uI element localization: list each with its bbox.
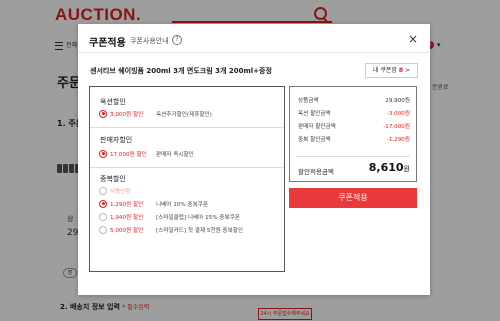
summary-divider (296, 156, 410, 157)
header-divider (78, 52, 430, 53)
coupon-amount: 17,000원 할인 (110, 152, 147, 158)
product-name: 센서티브 쉐이빙폼 200ml 3개 면도크림 3개 200ml+증정 (90, 67, 272, 75)
summary-label: 상품금액 (298, 98, 319, 104)
modal-title: 쿠폰적용 (89, 38, 126, 49)
total-unit: 원 (403, 165, 410, 173)
group-divider (90, 127, 284, 128)
radio-button[interactable] (99, 186, 107, 195)
radio-button[interactable] (99, 109, 107, 118)
group-title-seller: 판매자할인 (100, 136, 133, 144)
summary-value: -1,290원 (386, 137, 410, 143)
chevron-right-icon: > (405, 67, 411, 74)
summary-value: 29,900원 (385, 98, 410, 104)
my-coupon-button[interactable]: 내 쿠폰함 8 > (365, 63, 418, 78)
summary-row: 옥션 할인금액 -3,000원 (298, 109, 410, 119)
summary-value: -17,000원 (383, 124, 410, 130)
coupon-amount: 1,940원 할인 (110, 215, 144, 221)
coupon-desc: [스마일카드] 첫 결제 5천원 중복할인 (156, 228, 244, 234)
summary-row: 상품금액 29,900원 (298, 96, 410, 106)
summary-value: -3,000원 (386, 111, 410, 117)
summary-label: 판매자 할인금액 (298, 124, 336, 130)
coupon-amount: 5,000원 할인 (110, 228, 144, 234)
coupon-option[interactable]: 3,000원 할인 옥션추가할인(제휴할인) (99, 109, 212, 120)
coupon-amount: 1,290원 할인 (110, 202, 144, 208)
price-summary-panel: 상품금액 29,900원 옥션 할인금액 -3,000원 판매자 할인금액 -1… (289, 86, 417, 182)
group-title-duplicate: 중복할인 (100, 175, 126, 183)
coupon-amount: 3,000원 할인 (110, 112, 144, 118)
summary-label: 옥션 할인금액 (298, 111, 331, 117)
total-label: 할인적용금액 (298, 168, 334, 176)
coupon-option[interactable]: 1,290원 할인 니베아 10% 중복쿠폰 (99, 199, 209, 210)
coupon-desc: 니베아 10% 중복쿠폰 (156, 202, 209, 208)
coupon-desc: 판매자 즉시할인 (156, 152, 194, 158)
apply-coupon-button[interactable]: 쿠폰적용 (289, 188, 417, 208)
summary-label: 중복 할인금액 (298, 137, 331, 143)
close-icon[interactable]: × (408, 32, 418, 46)
coupon-option[interactable]: 17,000원 할인 판매자 즉시할인 (99, 149, 194, 160)
coupon-desc: [스마일클럽] 니베아 15% 중복쿠폰 (156, 215, 240, 221)
radio-button[interactable] (99, 199, 107, 208)
group-divider (90, 167, 284, 168)
total-value: 8,610원 (369, 161, 410, 174)
radio-button[interactable] (99, 225, 107, 234)
coupon-amount: 사용안함 (110, 189, 131, 195)
radio-button[interactable] (99, 212, 107, 221)
info-icon[interactable]: ? (172, 35, 182, 45)
total-amount: 8,610 (368, 161, 404, 174)
coupon-modal: 쿠폰적용 쿠폰사용안내 ? × 센서티브 쉐이빙폼 200ml 3개 면도크림 … (78, 24, 430, 295)
coupon-count: 8 (398, 67, 404, 74)
coupon-option[interactable]: 5,000원 할인 [스마일카드] 첫 결제 5천원 중복할인 (99, 225, 244, 236)
coupon-option[interactable]: 사용안함 (99, 186, 156, 197)
coupon-desc: 옥션추가할인(제휴할인) (156, 112, 212, 118)
summary-row: 중복 할인금액 -1,290원 (298, 135, 410, 145)
coupon-option[interactable]: 1,940원 할인 [스마일클럽] 니베아 15% 중복쿠폰 (99, 212, 240, 223)
coupon-guide-link[interactable]: 쿠폰사용안내 (130, 36, 169, 46)
radio-button[interactable] (99, 149, 107, 158)
group-title-auction: 옥션할인 (100, 98, 126, 106)
my-coupon-label: 내 쿠폰함 (372, 67, 397, 74)
coupon-options-panel: 옥션할인 3,000원 할인 옥션추가할인(제휴할인) 판매자할인 17,000원… (89, 86, 285, 272)
summary-row: 판매자 할인금액 -17,000원 (298, 122, 410, 132)
